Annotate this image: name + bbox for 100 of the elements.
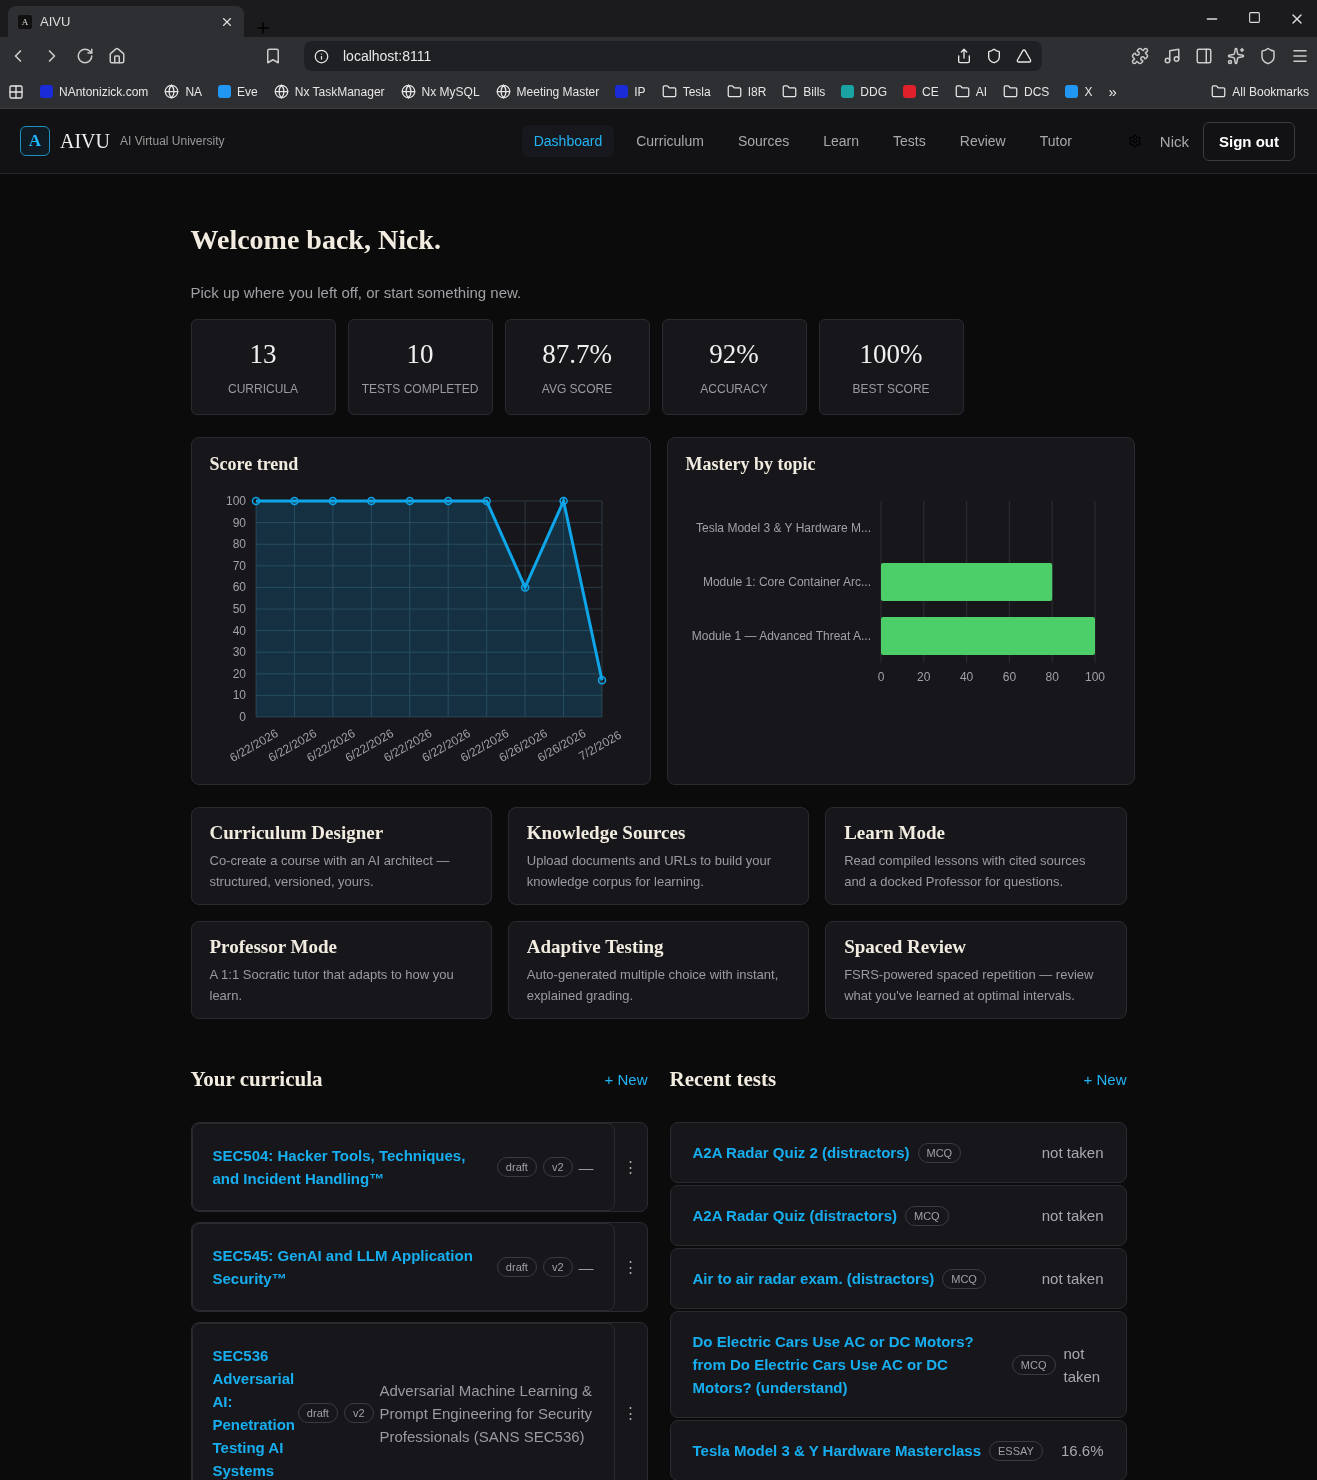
tagline: AI Virtual University: [120, 134, 225, 148]
axis-tick-label: 100: [1084, 670, 1105, 684]
bookmark-item[interactable]: Tesla: [661, 84, 711, 99]
bookmark-item[interactable]: DCS: [1003, 84, 1050, 99]
bookmark-item[interactable]: NAntonizick.com: [40, 84, 149, 99]
bookmark-item[interactable]: All Bookmarks: [1211, 84, 1309, 99]
bookmark-item[interactable]: AI: [954, 84, 988, 99]
axis-tick-label: 40: [232, 623, 246, 638]
sidebar-icon[interactable]: [1195, 47, 1213, 65]
stat-label: TESTS COMPLETED: [361, 381, 479, 396]
site-icon[interactable]: [218, 85, 232, 98]
maximize-icon[interactable]: [1248, 10, 1261, 24]
globe-icon[interactable]: [495, 84, 511, 99]
share-icon[interactable]: [956, 48, 972, 64]
folder-icon[interactable]: [1003, 84, 1019, 99]
curriculum-card[interactable]: SEC504: Hacker Tools, Techniques, and Incident Handling™ draft v2 —: [191, 1123, 615, 1211]
feature-title: Knowledge Sources: [526, 822, 687, 844]
curriculum-title: SEC545: GenAI and LLM Application Security™: [212, 1246, 474, 1289]
test-row[interactable]: A2A Radar Quiz (distractors) MCQ not taken: [669, 1185, 1127, 1246]
data-point: [481, 496, 491, 506]
section-title: Recent tests: [669, 1067, 777, 1092]
triangle-icon[interactable]: [1016, 48, 1032, 64]
feature-card[interactable]: Spaced Review FSRS-powered spaced repetition — review what you've learned at optimal intervals.: [825, 921, 1127, 1019]
shield-icon[interactable]: [986, 48, 1002, 64]
folder-icon[interactable]: [661, 84, 677, 99]
globe-icon[interactable]: [400, 84, 416, 99]
music-icon[interactable]: [1163, 47, 1181, 65]
bookmark-item[interactable]: NA: [164, 84, 203, 99]
bookmark-item[interactable]: Bills: [782, 84, 826, 99]
home-icon[interactable]: [108, 47, 126, 65]
browser-tab[interactable]: A AIVU: [8, 6, 244, 37]
test-row[interactable]: Do Electric Cars Use AC or DC Motors? from Do Electric Cars Use AC or DC Motors? (understand) MCQ not taken: [669, 1311, 1127, 1418]
address-bar[interactable]: localhost:8111: [304, 41, 1042, 71]
info-icon: [314, 48, 329, 64]
axis-tick-label: 80: [232, 537, 246, 552]
more-menu-button[interactable]: ⋮: [614, 1123, 647, 1211]
bookmark-item[interactable]: Eve: [218, 84, 258, 99]
curriculum-description: —: [578, 1157, 594, 1178]
test-row[interactable]: A2A Radar Quiz 2 (distractors) MCQ not taken: [669, 1122, 1127, 1183]
axis-tick-label: 60: [1002, 670, 1016, 684]
more-bookmarks-button[interactable]: »: [1108, 83, 1117, 100]
shield-icon[interactable]: [1259, 47, 1277, 65]
axis-tick-label: 100: [225, 494, 246, 508]
globe-icon[interactable]: [164, 84, 180, 99]
sparkles-icon[interactable]: [1227, 47, 1245, 65]
new-link[interactable]: + New: [1083, 1071, 1127, 1088]
site-icon[interactable]: [841, 85, 855, 98]
folder-icon[interactable]: [726, 84, 742, 99]
bookmark-icon[interactable]: [264, 47, 282, 65]
test-row[interactable]: Tesla Model 3 & Y Hardware Masterclass ESSAY 16.6%: [669, 1420, 1127, 1480]
nav-link[interactable]: Sources: [725, 125, 802, 157]
site-icon[interactable]: [1065, 85, 1079, 98]
more-menu-button[interactable]: ⋮: [614, 1323, 647, 1480]
apps-icon[interactable]: [8, 83, 24, 100]
feature-title: Learn Mode: [844, 822, 946, 844]
sign-out-button[interactable]: Sign out: [1203, 121, 1295, 161]
nav-link[interactable]: Review: [947, 125, 1018, 157]
curriculum-card[interactable]: SEC545: GenAI and LLM Application Security™ draft v2 —: [191, 1223, 615, 1311]
globe-icon[interactable]: [273, 84, 289, 99]
bookmark-item[interactable]: X: [1065, 84, 1093, 99]
feature-card[interactable]: Professor Mode A 1:1 Socratic tutor that adapts to how you learn.: [190, 921, 492, 1019]
curriculum-card[interactable]: SEC536 Adversarial AI: Penetration Testing AI Systems draft v2 Adversarial Machine Learning & Prompt Engineering for Security Professionals (SANS SEC536): [191, 1323, 615, 1480]
nav-link[interactable]: Tests: [881, 125, 938, 157]
feature-card[interactable]: Adaptive Testing Auto-generated multiple choice with instant, explained grading.: [507, 921, 810, 1019]
axis-tick-label: 80: [1045, 670, 1059, 684]
feature-card[interactable]: Knowledge Sources Upload documents and URLs to build your knowledge corpus for learning.: [507, 807, 810, 905]
section-title: Your curricula: [190, 1067, 323, 1092]
axis-tick-label: 20: [232, 666, 246, 681]
axis-tick-label: 10: [232, 688, 246, 703]
more-menu-button[interactable]: ⋮: [614, 1223, 647, 1311]
test-result: not taken: [1041, 1206, 1104, 1226]
menu-icon[interactable]: [1291, 47, 1309, 65]
test-title: Tesla Model 3 & Y Hardware Masterclass: [692, 1441, 981, 1461]
feature-description: FSRS-powered spaced repetition — review what you've learned at optimal intervals.: [844, 966, 1095, 1005]
nav-link[interactable]: Curriculum: [624, 125, 716, 157]
test-row[interactable]: Air to air radar exam. (distractors) MCQ not taken: [669, 1248, 1127, 1309]
axis-tick-label: 90: [232, 515, 246, 530]
test-title: Do Electric Cars Use AC or DC Motors? from Do Electric Cars Use AC or DC Motors? (understand): [692, 1332, 975, 1398]
bookmark-item[interactable]: CE: [903, 84, 939, 99]
folder-icon[interactable]: [954, 84, 970, 99]
bookmark-item[interactable]: Meeting Master: [495, 84, 600, 99]
extensions-icon[interactable]: [1131, 47, 1149, 65]
nav-link[interactable]: Tutor: [1027, 125, 1084, 157]
nav-link[interactable]: Dashboard: [521, 125, 615, 157]
tab-title: AIVU: [40, 14, 71, 29]
nav-link[interactable]: Learn: [811, 125, 872, 157]
stat-value: 13: [249, 338, 277, 370]
bookmark-item[interactable]: I8R: [726, 84, 767, 99]
reload-icon[interactable]: [76, 47, 94, 65]
bookmark-item[interactable]: IP: [615, 84, 646, 99]
new-link[interactable]: + New: [604, 1071, 648, 1088]
bookmark-item[interactable]: DDG: [841, 84, 887, 99]
folder-icon[interactable]: [1211, 84, 1227, 99]
feature-card[interactable]: Curriculum Designer Co-create a course with an AI architect — structured, versioned, yours.: [190, 807, 492, 905]
bookmark-item[interactable]: Nx MySQL: [400, 84, 480, 99]
data-point: [443, 496, 452, 506]
logo[interactable]: A: [20, 126, 50, 156]
folder-icon[interactable]: [782, 84, 798, 99]
bookmark-item[interactable]: Nx TaskManager: [273, 84, 385, 99]
feature-card[interactable]: Learn Mode Read compiled lessons with cited sources and a docked Professor for questions.: [825, 807, 1127, 905]
